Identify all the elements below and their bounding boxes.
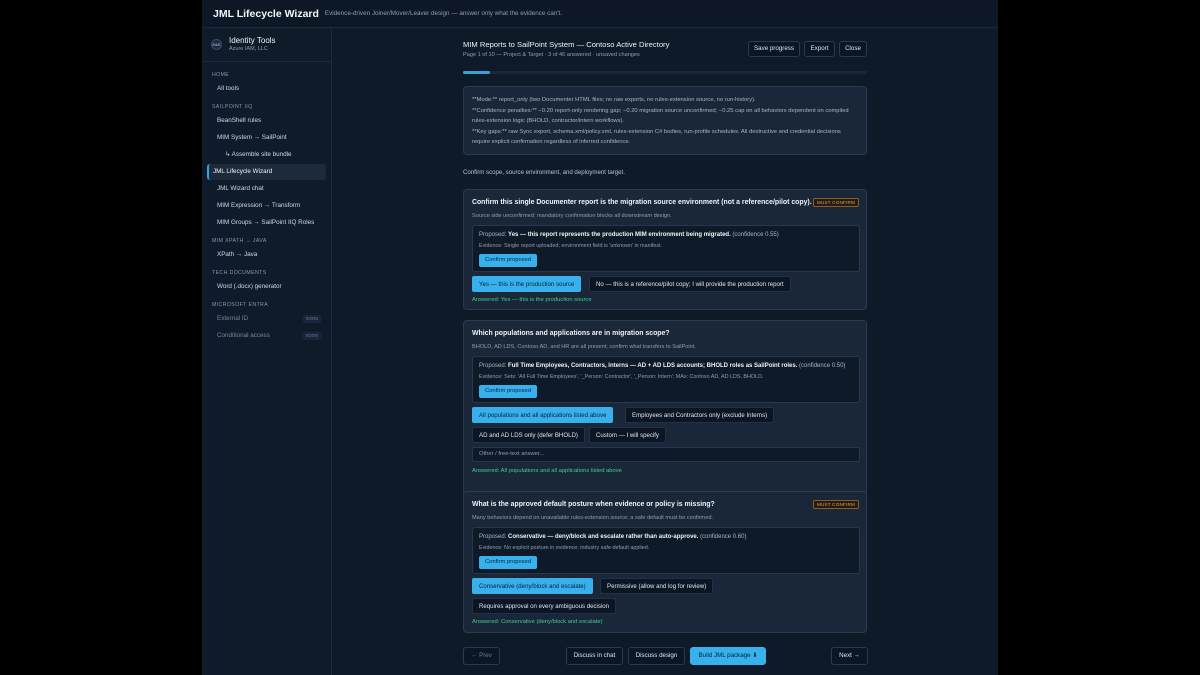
prev-button[interactable]: ← Prev <box>463 647 500 665</box>
discuss-in-chat-button[interactable]: Discuss in chat <box>566 647 623 665</box>
next-button[interactable]: Next → <box>831 647 868 665</box>
question-card-source-environment: Confirm this single Documenter report is… <box>463 189 867 310</box>
soon-badge: SOON <box>302 332 321 340</box>
brand-name: Identity Tools <box>229 36 276 45</box>
nav-section-home: HOME <box>212 72 230 78</box>
app-subtitle: Evidence-driven Joiner/Mover/Leaver desi… <box>324 10 563 17</box>
sidebar-item-all-tools[interactable]: All tools <box>207 81 326 97</box>
sidebar-item-xpath-java[interactable]: XPath → Java <box>207 247 326 263</box>
sidebar-item-label: Conditional access <box>217 332 270 339</box>
option-requires-approval[interactable]: Requires approval on every ambiguous dec… <box>472 598 617 614</box>
confirm-proposed-button[interactable]: Confirm proposed <box>479 556 538 569</box>
nav-section-entra: MICROSOFT ENTRA <box>212 302 269 308</box>
proposal-box: Proposed: Full Time Employees, Contracto… <box>472 356 860 403</box>
question-subtitle: Many behaviors depend on unavailable rul… <box>472 515 713 521</box>
proposal-evidence: Evidence: Single report uploaded; enviro… <box>479 243 663 249</box>
option-permissive[interactable]: Permissive (allow and log for review) <box>600 578 714 594</box>
notes-gaps-line: **Key gaps:** raw Sync export, schema.xm… <box>472 128 841 146</box>
nav-section-tech-docs: TECH DOCUMENTS <box>212 270 267 276</box>
option-yes-production[interactable]: Yes — this is the production source <box>472 276 582 292</box>
proposal-value: Conservative — deny/block and escalate r… <box>508 534 699 540</box>
proposal-evidence: Evidence: Sets: 'All Full Time Employees… <box>479 374 764 380</box>
proposal-confidence: (confidence 0.60) <box>700 534 747 540</box>
page-title: MIM Reports to SailPoint System — Contos… <box>463 40 670 49</box>
sidebar-item-assemble-bundle[interactable]: ↳ Assemble site bundle <box>207 147 326 163</box>
nav-section-sailpoint: SAILPOINT IIQ <box>212 104 253 110</box>
proposal-line: Proposed: Conservative — deny/block and … <box>479 534 747 540</box>
answered-status: Answered: All populations and all applic… <box>472 468 622 474</box>
proposal-confidence: (confidence 0.50) <box>799 363 846 369</box>
question-title: What is the approved default posture whe… <box>472 501 715 508</box>
save-progress-button[interactable]: Save progress <box>748 41 800 57</box>
option-ad-only[interactable]: AD and AD LDS only (defer BHOLD) <box>472 427 585 443</box>
must-confirm-badge: MUST CONFIRM <box>812 198 859 207</box>
answered-status: Answered: Yes — this is the production s… <box>472 297 592 303</box>
proposal-box: Proposed: Conservative — deny/block and … <box>472 527 860 574</box>
app-title: JML Lifecycle Wizard <box>213 7 319 20</box>
sidebar-item-word-generator[interactable]: Word (.docx) generator <box>207 279 326 295</box>
proposal-evidence: Evidence: No explicit posture in evidenc… <box>479 545 650 551</box>
brand-org: Azure IAM, LLC <box>229 46 268 52</box>
export-button[interactable]: Export <box>804 41 835 57</box>
page-intro: Confirm scope, source environment, and d… <box>463 169 625 176</box>
proposal-value: Full Time Employees, Contractors, Intern… <box>508 363 798 369</box>
option-no-reference[interactable]: No — this is a reference/pilot copy; I w… <box>589 276 791 292</box>
sidebar-item-beanshell[interactable]: BeanShell rules <box>207 113 326 129</box>
sidebar-item-mim-groups[interactable]: MIM Groups → SailPoint IIQ Roles <box>207 215 326 231</box>
confirm-proposed-button[interactable]: Confirm proposed <box>479 254 538 267</box>
sidebar: E&E Identity Tools Azure IAM, LLC HOME A… <box>202 28 332 675</box>
build-jml-package-button[interactable]: Build JML package ⬇ <box>690 647 766 665</box>
evidence-notes-panel: **Mode:** report_only (two Documenter HT… <box>463 86 867 155</box>
notes-penalties-line: **Confidence penalties:** −0.20 report-o… <box>472 107 849 125</box>
confirm-proposed-button[interactable]: Confirm proposed <box>479 385 538 398</box>
question-subtitle: BHOLD, AD LDS, Contoso AD, and HR are al… <box>472 344 696 350</box>
option-all-populations[interactable]: All populations and all applications lis… <box>472 407 614 423</box>
top-header: JML Lifecycle Wizard Evidence-driven Joi… <box>202 0 998 28</box>
sidebar-item-mim-system[interactable]: MIM System → SailPoint <box>207 130 326 146</box>
page-meta: Page 1 of 10 — Project & Target · 3 of 4… <box>463 52 640 58</box>
sidebar-item-jml-wizard[interactable]: JML Lifecycle Wizard <box>207 164 326 180</box>
proposal-value: Yes — this report represents the product… <box>508 232 731 238</box>
proposal-line: Proposed: Full Time Employees, Contracto… <box>479 363 846 369</box>
sidebar-item-jml-chat[interactable]: JML Wizard chat <box>207 181 326 197</box>
sidebar-item-mim-expression[interactable]: MIM Expression → Transform <box>207 198 326 214</box>
question-card-default-posture: What is the approved default posture whe… <box>463 491 867 633</box>
answered-status: Answered: Conservative (deny/block and e… <box>472 619 603 625</box>
question-title: Which populations and applications are i… <box>472 330 670 337</box>
option-custom[interactable]: Custom — I will specify <box>589 427 666 443</box>
main-content: MIM Reports to SailPoint System — Contos… <box>333 28 998 675</box>
free-text-answer-input[interactable]: Other / free-text answer... <box>472 447 860 462</box>
app-window: JML Lifecycle Wizard Evidence-driven Joi… <box>202 0 998 675</box>
proposal-box: Proposed: Yes — this report represents t… <box>472 225 860 272</box>
option-conservative[interactable]: Conservative (deny/block and escalate) <box>472 578 593 594</box>
discuss-design-button[interactable]: Discuss design <box>628 647 685 665</box>
sidebar-item-external-id: External ID SOON <box>207 311 326 327</box>
question-subtitle: Source side unconfirmed; mandatory confi… <box>472 213 672 219</box>
soon-badge: SOON <box>302 315 321 323</box>
question-card-scope: Which populations and applications are i… <box>463 320 867 509</box>
progress-bar <box>463 71 867 74</box>
notes-mode-line: **Mode:** report_only (two Documenter HT… <box>472 97 756 103</box>
sidebar-item-label: External ID <box>217 315 249 322</box>
must-confirm-badge: MUST CONFIRM <box>812 500 859 509</box>
question-title: Confirm this single Documenter report is… <box>472 199 812 206</box>
close-button[interactable]: Close <box>839 41 867 57</box>
option-employees-contractors[interactable]: Employees and Contractors only (exclude … <box>625 407 775 423</box>
sidebar-item-conditional-access: Conditional access SOON <box>207 328 326 344</box>
nav-section-xpath: MIM XPATH → JAVA <box>212 238 267 244</box>
proposal-confidence: (confidence 0.55) <box>732 232 779 238</box>
progress-bar-fill <box>463 71 490 74</box>
page-header: MIM Reports to SailPoint System — Contos… <box>463 40 867 64</box>
brand-logo-icon: E&E <box>211 39 222 50</box>
proposal-line: Proposed: Yes — this report represents t… <box>479 232 779 238</box>
brand: E&E Identity Tools Azure IAM, LLC <box>202 28 331 62</box>
